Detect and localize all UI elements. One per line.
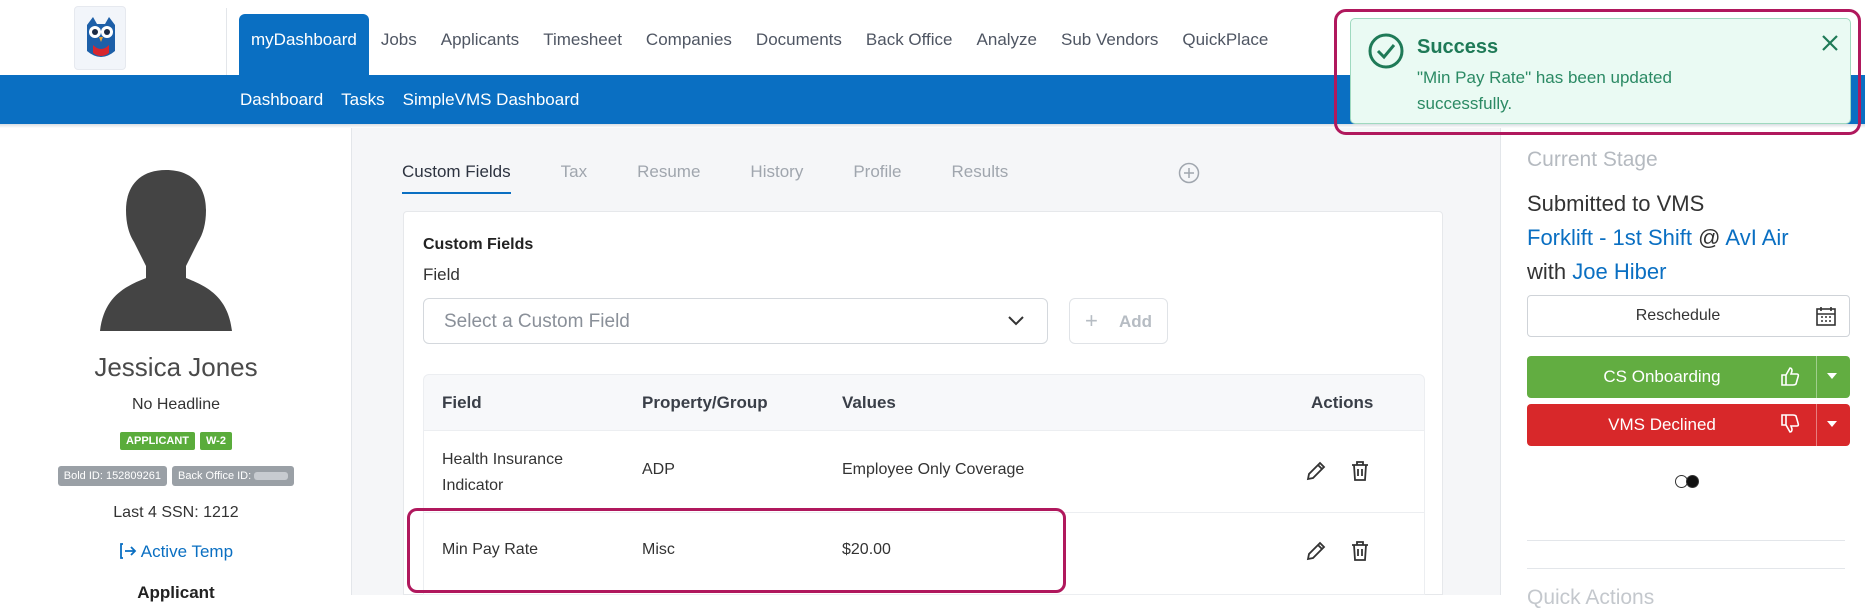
stage-job-line: Forklift - 1st Shift @ AvI Air xyxy=(1527,225,1789,251)
profile-panel: Jessica Jones No Headline APPLICANT W-2 … xyxy=(0,128,352,602)
nav-divider xyxy=(226,8,227,75)
carousel-dot-active[interactable] xyxy=(1686,475,1699,488)
back-office-id-badge: Back Office ID: xyxy=(172,466,295,486)
stage-status: Submitted to VMS xyxy=(1527,191,1705,216)
applicant-badge: APPLICANT xyxy=(120,432,195,450)
add-label: Add xyxy=(1119,312,1153,331)
stage-contact-line: with Joe Hiber xyxy=(1527,259,1666,285)
col-values: Values xyxy=(842,393,896,412)
login-arrow-icon xyxy=(119,542,141,561)
row-value: Employee Only Coverage xyxy=(842,461,1025,478)
app-logo[interactable] xyxy=(74,6,126,70)
col-actions: Actions xyxy=(1311,393,1374,412)
col-field: Field xyxy=(442,393,482,412)
highlighted-row-outline xyxy=(407,508,1066,593)
nav-timesheet[interactable]: Timesheet xyxy=(531,14,634,75)
nav-sub-vendors[interactable]: Sub Vendors xyxy=(1049,14,1170,75)
bold-id-badge: Bold ID: 152809261 xyxy=(57,466,168,486)
nav-jobs[interactable]: Jobs xyxy=(369,14,429,75)
trash-icon[interactable] xyxy=(1349,539,1371,568)
w2-badge: W-2 xyxy=(200,432,232,450)
tab-profile[interactable]: Profile xyxy=(853,162,901,194)
tab-custom-fields[interactable]: Custom Fields xyxy=(402,162,511,194)
row-field: Health Insurance Indicator xyxy=(442,451,563,494)
nav-back-office[interactable]: Back Office xyxy=(854,14,965,75)
back-office-id-label: Back Office ID: xyxy=(178,470,252,482)
onboarding-label: CS Onboarding xyxy=(1603,367,1721,386)
thumbs-up-icon xyxy=(1779,365,1801,392)
card-title: Custom Fields xyxy=(423,236,534,253)
field-label: Field xyxy=(423,265,460,284)
status-label: Active Temp xyxy=(140,542,234,561)
main-nav: myDashboard Jobs Applicants Timesheet Co… xyxy=(239,14,1280,75)
carousel-dots xyxy=(1675,475,1699,488)
tab-results[interactable]: Results xyxy=(952,162,1009,194)
with-label: with xyxy=(1527,259,1567,284)
chevron-down-icon xyxy=(1008,316,1024,326)
toast-highlight-outline xyxy=(1334,9,1861,135)
contact-link[interactable]: Joe Hiber xyxy=(1572,259,1666,284)
nav-companies[interactable]: Companies xyxy=(634,14,744,75)
subnav-tasks[interactable]: Tasks xyxy=(341,75,384,124)
reschedule-label: Reschedule xyxy=(1635,307,1721,324)
tab-tax[interactable]: Tax xyxy=(561,162,587,194)
edit-icon[interactable] xyxy=(1304,539,1328,568)
status-link[interactable]: Active Temp xyxy=(0,542,352,562)
nav-mydashboard[interactable]: myDashboard xyxy=(239,14,369,75)
detail-tabs: Custom Fields Tax Resume History Profile… xyxy=(402,162,1058,194)
plus-icon: + xyxy=(1085,308,1098,333)
add-tab-icon[interactable] xyxy=(1178,162,1200,189)
divider xyxy=(1527,540,1845,541)
select-placeholder: Select a Custom Field xyxy=(444,311,630,332)
nav-analyze[interactable]: Analyze xyxy=(965,14,1049,75)
table-row: Health Insurance Indicator ADP Employee … xyxy=(423,431,1425,513)
subnav-simplevms-dashboard[interactable]: SimpleVMS Dashboard xyxy=(403,75,580,124)
table-header: Field Property/Group Values Actions xyxy=(423,374,1425,431)
vms-declined-button[interactable]: VMS Declined xyxy=(1527,404,1850,446)
at-symbol: @ xyxy=(1698,225,1721,250)
declined-label: VMS Declined xyxy=(1608,415,1716,434)
tab-history[interactable]: History xyxy=(750,162,803,194)
trash-icon[interactable] xyxy=(1349,459,1371,488)
divider xyxy=(1527,568,1845,569)
nav-documents[interactable]: Documents xyxy=(744,14,854,75)
cs-onboarding-button[interactable]: CS Onboarding xyxy=(1527,356,1850,398)
calendar-icon xyxy=(1816,307,1836,326)
col-property-group: Property/Group xyxy=(642,393,768,412)
edit-icon[interactable] xyxy=(1304,459,1328,488)
subnav-dashboard[interactable]: Dashboard xyxy=(240,75,323,124)
redacted-value xyxy=(254,472,289,481)
dropdown-caret-icon[interactable] xyxy=(1827,421,1837,427)
quick-actions-title: Quick Actions xyxy=(1527,586,1655,609)
nav-quickplace[interactable]: QuickPlace xyxy=(1170,14,1280,75)
custom-field-select[interactable]: Select a Custom Field xyxy=(423,298,1048,344)
dropdown-caret-icon[interactable] xyxy=(1827,373,1837,379)
row-group: ADP xyxy=(642,461,675,478)
button-separator xyxy=(1816,404,1817,446)
thumbs-down-icon xyxy=(1779,413,1801,440)
nav-applicants[interactable]: Applicants xyxy=(429,14,531,75)
company-link[interactable]: AvI Air xyxy=(1725,225,1788,250)
avatar xyxy=(96,166,236,341)
add-button[interactable]: + Add xyxy=(1069,298,1168,344)
ssn-text: Last 4 SSN: 1212 xyxy=(113,504,239,521)
reschedule-button[interactable]: Reschedule xyxy=(1527,295,1850,337)
button-separator xyxy=(1816,356,1817,398)
profile-ids: Bold ID: 152809261 Back Office ID: xyxy=(0,466,352,486)
profile-name: Jessica Jones xyxy=(94,352,258,382)
tab-resume[interactable]: Resume xyxy=(637,162,700,194)
profile-headline: No Headline xyxy=(131,396,221,413)
profile-badges: APPLICANT W-2 xyxy=(0,432,352,450)
applicant-section-label: Applicant xyxy=(137,583,215,602)
stage-panel: Current Stage Submitted to VMS Forklift … xyxy=(1500,128,1865,609)
job-link[interactable]: Forklift - 1st Shift xyxy=(1527,225,1692,250)
stage-title: Current Stage xyxy=(1527,148,1658,171)
